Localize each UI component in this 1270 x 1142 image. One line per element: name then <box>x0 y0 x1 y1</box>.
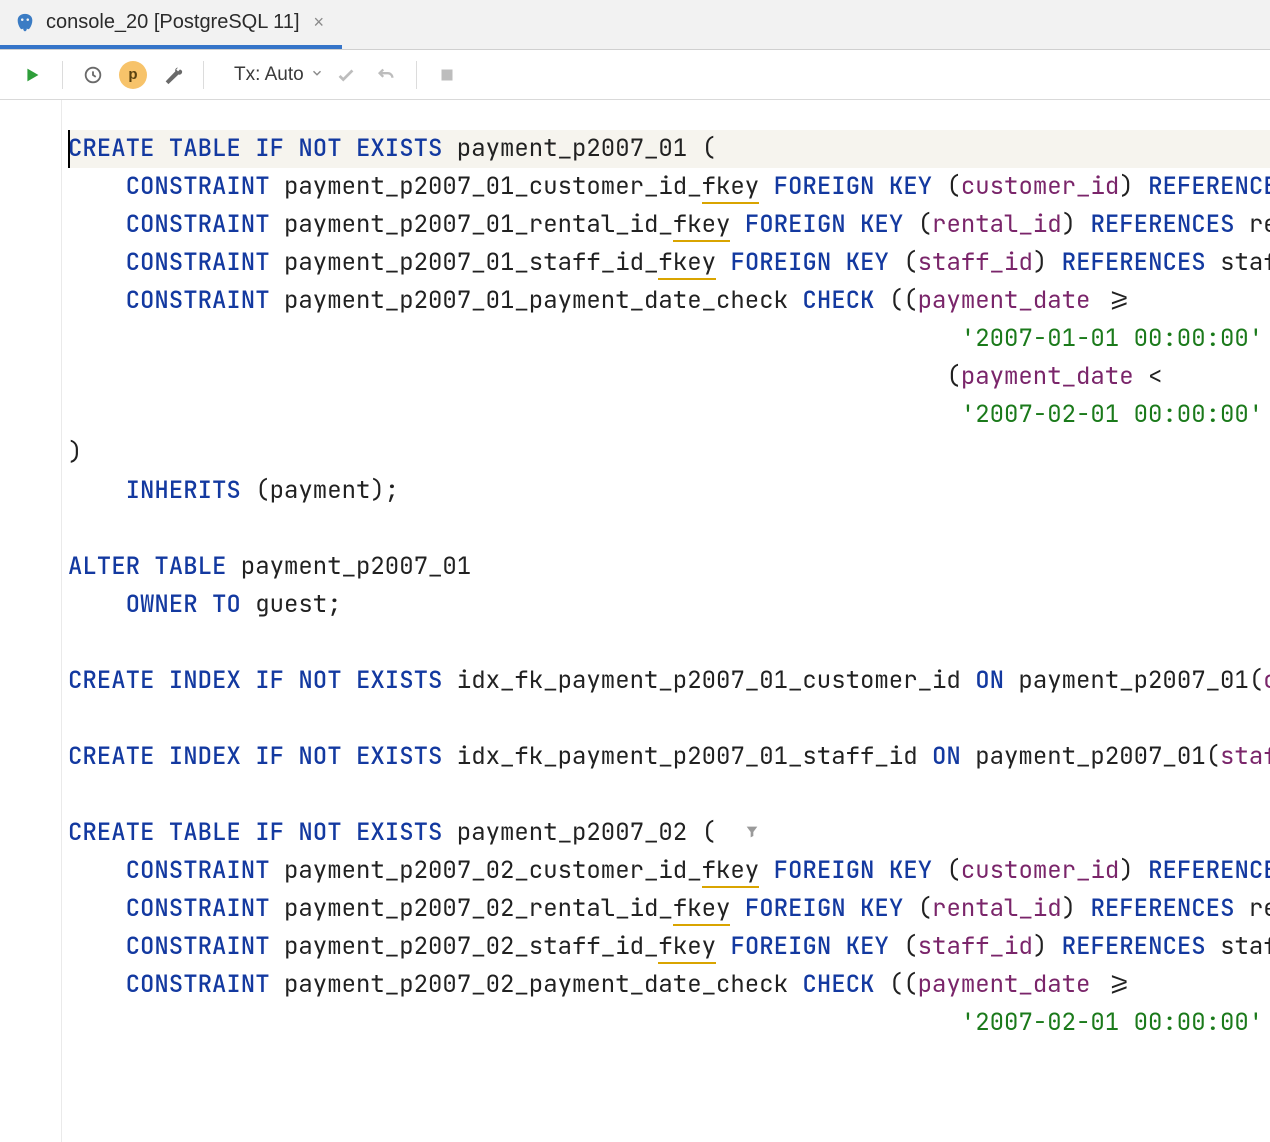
separator <box>62 61 63 89</box>
code-line[interactable]: CONSTRAINT payment_p2007_02_customer_id_… <box>68 852 1270 890</box>
schema-selector[interactable]: p <box>115 57 151 93</box>
code-line[interactable]: '2007-02-01 00:00:00'::TIM <box>68 1004 1270 1042</box>
code-line[interactable]: CONSTRAINT payment_p2007_01_payment_date… <box>68 282 1270 320</box>
rollback-button[interactable] <box>368 57 404 93</box>
editor-tab[interactable]: console_20 [PostgreSQL 11] × <box>0 0 342 49</box>
code-line[interactable]: CONSTRAINT payment_p2007_01_customer_id_… <box>68 168 1270 206</box>
code-line[interactable]: CONSTRAINT payment_p2007_01_staff_id_fke… <box>68 244 1270 282</box>
code-line[interactable]: CONSTRAINT payment_p2007_02_payment_date… <box>68 966 1270 1004</box>
tab-bar: console_20 [PostgreSQL 11] × <box>0 0 1270 50</box>
postgres-icon <box>14 12 36 34</box>
code-line[interactable]: CONSTRAINT payment_p2007_02_staff_id_fke… <box>68 928 1270 966</box>
code-line[interactable]: OWNER TO guest; <box>68 586 1270 624</box>
sql-editor[interactable]: CREATE TABLE IF NOT EXISTS payment_p2007… <box>0 100 1270 1142</box>
code-line[interactable]: CONSTRAINT payment_p2007_02_rental_id_fk… <box>68 890 1270 928</box>
code-line[interactable] <box>68 776 1270 814</box>
settings-button[interactable] <box>155 57 191 93</box>
code-line[interactable]: ) <box>68 434 1270 472</box>
code-line[interactable]: INHERITS (payment); <box>68 472 1270 510</box>
toolbar: p Tx: Auto <box>0 50 1270 100</box>
commit-button[interactable] <box>328 57 364 93</box>
run-button[interactable] <box>14 57 50 93</box>
history-button[interactable] <box>75 57 111 93</box>
code-line[interactable]: CREATE INDEX IF NOT EXISTS idx_fk_paymen… <box>68 662 1270 700</box>
text-caret <box>68 130 70 168</box>
code-line[interactable]: '2007-01-01 00:00:00'::TIM <box>68 320 1270 358</box>
tab-label: console_20 [PostgreSQL 11] <box>46 11 300 34</box>
schema-badge: p <box>119 61 147 89</box>
code-line[interactable]: '2007-02-01 00:00:00'::TIM <box>68 396 1270 434</box>
editor-gutter <box>0 100 62 1142</box>
code-line[interactable]: ALTER TABLE payment_p2007_01 <box>68 548 1270 586</box>
filter-icon[interactable] <box>744 814 760 852</box>
code-line[interactable] <box>68 624 1270 662</box>
tx-mode-selector[interactable]: Tx: Auto <box>234 64 324 86</box>
close-icon[interactable]: × <box>310 12 329 33</box>
code-line[interactable]: CREATE TABLE IF NOT EXISTS payment_p2007… <box>68 130 1270 168</box>
separator <box>203 61 204 89</box>
tx-mode-label: Tx: Auto <box>234 64 304 86</box>
code-area[interactable]: CREATE TABLE IF NOT EXISTS payment_p2007… <box>0 130 1270 1042</box>
stop-button[interactable] <box>429 57 465 93</box>
chevron-down-icon <box>310 64 324 86</box>
separator <box>416 61 417 89</box>
code-line[interactable]: CREATE TABLE IF NOT EXISTS payment_p2007… <box>68 814 1270 852</box>
code-line[interactable]: CONSTRAINT payment_p2007_01_rental_id_fk… <box>68 206 1270 244</box>
code-line[interactable]: (payment_date < <box>68 358 1270 396</box>
code-line[interactable]: CREATE INDEX IF NOT EXISTS idx_fk_paymen… <box>68 738 1270 776</box>
code-line[interactable] <box>68 700 1270 738</box>
code-line[interactable] <box>68 510 1270 548</box>
